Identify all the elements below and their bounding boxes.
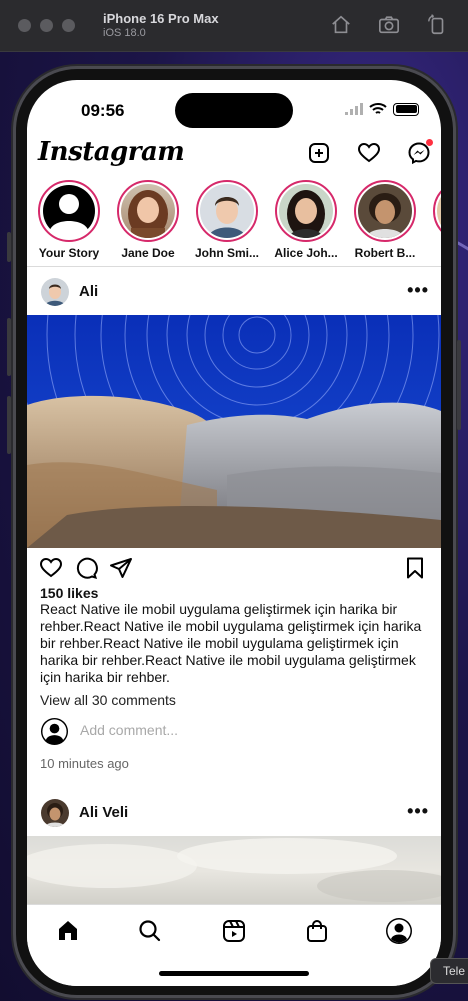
person-photo bbox=[208, 197, 246, 238]
post-caption: React Native ile mobil uygulama geliştir… bbox=[40, 601, 422, 685]
home-icon[interactable] bbox=[330, 14, 352, 36]
post-image[interactable] bbox=[27, 836, 441, 906]
post-timestamp: 10 minutes ago bbox=[40, 756, 129, 771]
share-icon[interactable] bbox=[109, 556, 133, 580]
more-options-button[interactable]: ••• bbox=[407, 280, 429, 301]
home-icon bbox=[59, 921, 77, 940]
like-icon[interactable] bbox=[39, 556, 63, 580]
story-item[interactable]: John Smi... bbox=[191, 180, 263, 266]
cloudy-sky-photo bbox=[27, 838, 441, 902]
screenshot-icon[interactable] bbox=[378, 14, 400, 36]
status-time: 09:56 bbox=[81, 101, 125, 120]
post-header: Ali Veli ••• bbox=[27, 789, 441, 837]
star-trail-landscape-photo bbox=[27, 315, 441, 548]
close-window-button[interactable] bbox=[18, 19, 31, 32]
shopping-bag-icon bbox=[307, 920, 327, 942]
new-post-button[interactable] bbox=[307, 141, 331, 165]
simulator-title: iPhone 16 Pro Max iOS 18.0 bbox=[103, 10, 219, 40]
plus-square-icon bbox=[309, 143, 329, 163]
person-photo bbox=[437, 184, 441, 238]
story-label: Robert B... bbox=[354, 246, 416, 260]
add-comment-row bbox=[40, 717, 432, 747]
story-item[interactable]: Alice Joh... bbox=[270, 180, 342, 266]
post-username[interactable]: Ali Veli bbox=[79, 804, 128, 821]
stories-divider bbox=[27, 266, 441, 267]
notification-dot bbox=[426, 139, 433, 146]
side-button bbox=[7, 232, 11, 262]
view-comments-link[interactable]: View all 30 comments bbox=[40, 692, 176, 708]
comment-icon[interactable] bbox=[74, 556, 98, 580]
tab-search[interactable] bbox=[136, 917, 164, 945]
post-username[interactable]: Ali bbox=[79, 283, 98, 300]
os-version: iOS 18.0 bbox=[103, 26, 146, 39]
story-label: John Smi... bbox=[194, 246, 259, 260]
cellular-icon bbox=[345, 103, 363, 115]
more-options-button[interactable]: ••• bbox=[407, 801, 429, 822]
default-avatar-icon bbox=[40, 717, 69, 746]
avatar bbox=[279, 184, 333, 238]
person-photo bbox=[45, 803, 65, 827]
status-bar: 09:56 bbox=[27, 80, 441, 132]
story-label: Alice Joh... bbox=[274, 246, 338, 260]
person-photo bbox=[366, 193, 404, 238]
default-avatar-icon bbox=[43, 185, 95, 238]
tab-profile[interactable] bbox=[385, 917, 413, 945]
avatar[interactable] bbox=[41, 278, 69, 306]
reels-icon bbox=[223, 920, 245, 942]
app-header: Instagram bbox=[27, 132, 441, 178]
tab-reels[interactable] bbox=[220, 917, 248, 945]
home-indicator[interactable] bbox=[159, 971, 309, 976]
phone-screen: 09:56 Instagram Your Story Jane Doe John… bbox=[27, 80, 441, 986]
story-item[interactable]: Em bbox=[428, 180, 441, 266]
avatar bbox=[437, 184, 441, 238]
post-image[interactable] bbox=[27, 315, 441, 548]
post-actions bbox=[27, 554, 441, 584]
heart-icon bbox=[357, 142, 381, 163]
wifi-icon bbox=[369, 103, 387, 114]
story-item[interactable]: Robert B... bbox=[349, 180, 421, 266]
rotate-icon[interactable] bbox=[426, 14, 448, 36]
messenger-button[interactable] bbox=[407, 139, 433, 165]
battery-icon bbox=[393, 102, 419, 116]
like-count: 150 likes bbox=[40, 585, 99, 601]
story-item[interactable]: Your Story bbox=[33, 180, 105, 266]
tab-home[interactable] bbox=[54, 917, 82, 945]
avatar[interactable] bbox=[41, 799, 69, 827]
avatar bbox=[200, 184, 254, 238]
person-photo bbox=[45, 284, 65, 306]
person-photo bbox=[128, 190, 168, 238]
avatar bbox=[42, 184, 96, 238]
profile-avatar-icon bbox=[386, 918, 412, 944]
search-icon bbox=[139, 920, 161, 942]
stories-bar[interactable]: Your Story Jane Doe John Smi... Alice Jo… bbox=[27, 180, 441, 266]
minimize-window-button[interactable] bbox=[40, 19, 53, 32]
comment-input[interactable] bbox=[80, 722, 380, 738]
activity-button[interactable] bbox=[357, 141, 381, 165]
simulator-title-bar: iPhone 16 Pro Max iOS 18.0 bbox=[0, 0, 468, 52]
bookmark-icon[interactable] bbox=[403, 556, 427, 580]
story-label: Jane Doe bbox=[121, 246, 175, 260]
volume-up-button bbox=[7, 318, 11, 376]
post-header: Ali ••• bbox=[27, 268, 441, 316]
zoom-window-button[interactable] bbox=[62, 19, 75, 32]
story-label: Your Story bbox=[38, 246, 100, 260]
avatar bbox=[121, 184, 175, 238]
avatar bbox=[358, 184, 412, 238]
tab-shop[interactable] bbox=[303, 917, 331, 945]
power-button bbox=[457, 340, 461, 430]
person-photo bbox=[287, 190, 325, 238]
instagram-logo: Instagram bbox=[38, 137, 185, 167]
dynamic-island bbox=[175, 93, 293, 128]
volume-down-button bbox=[7, 396, 11, 454]
story-item[interactable]: Jane Doe bbox=[112, 180, 184, 266]
device-name: iPhone 16 Pro Max bbox=[103, 10, 219, 26]
window-controls[interactable] bbox=[18, 19, 75, 32]
taskbar-hint[interactable]: Tele bbox=[430, 958, 468, 984]
